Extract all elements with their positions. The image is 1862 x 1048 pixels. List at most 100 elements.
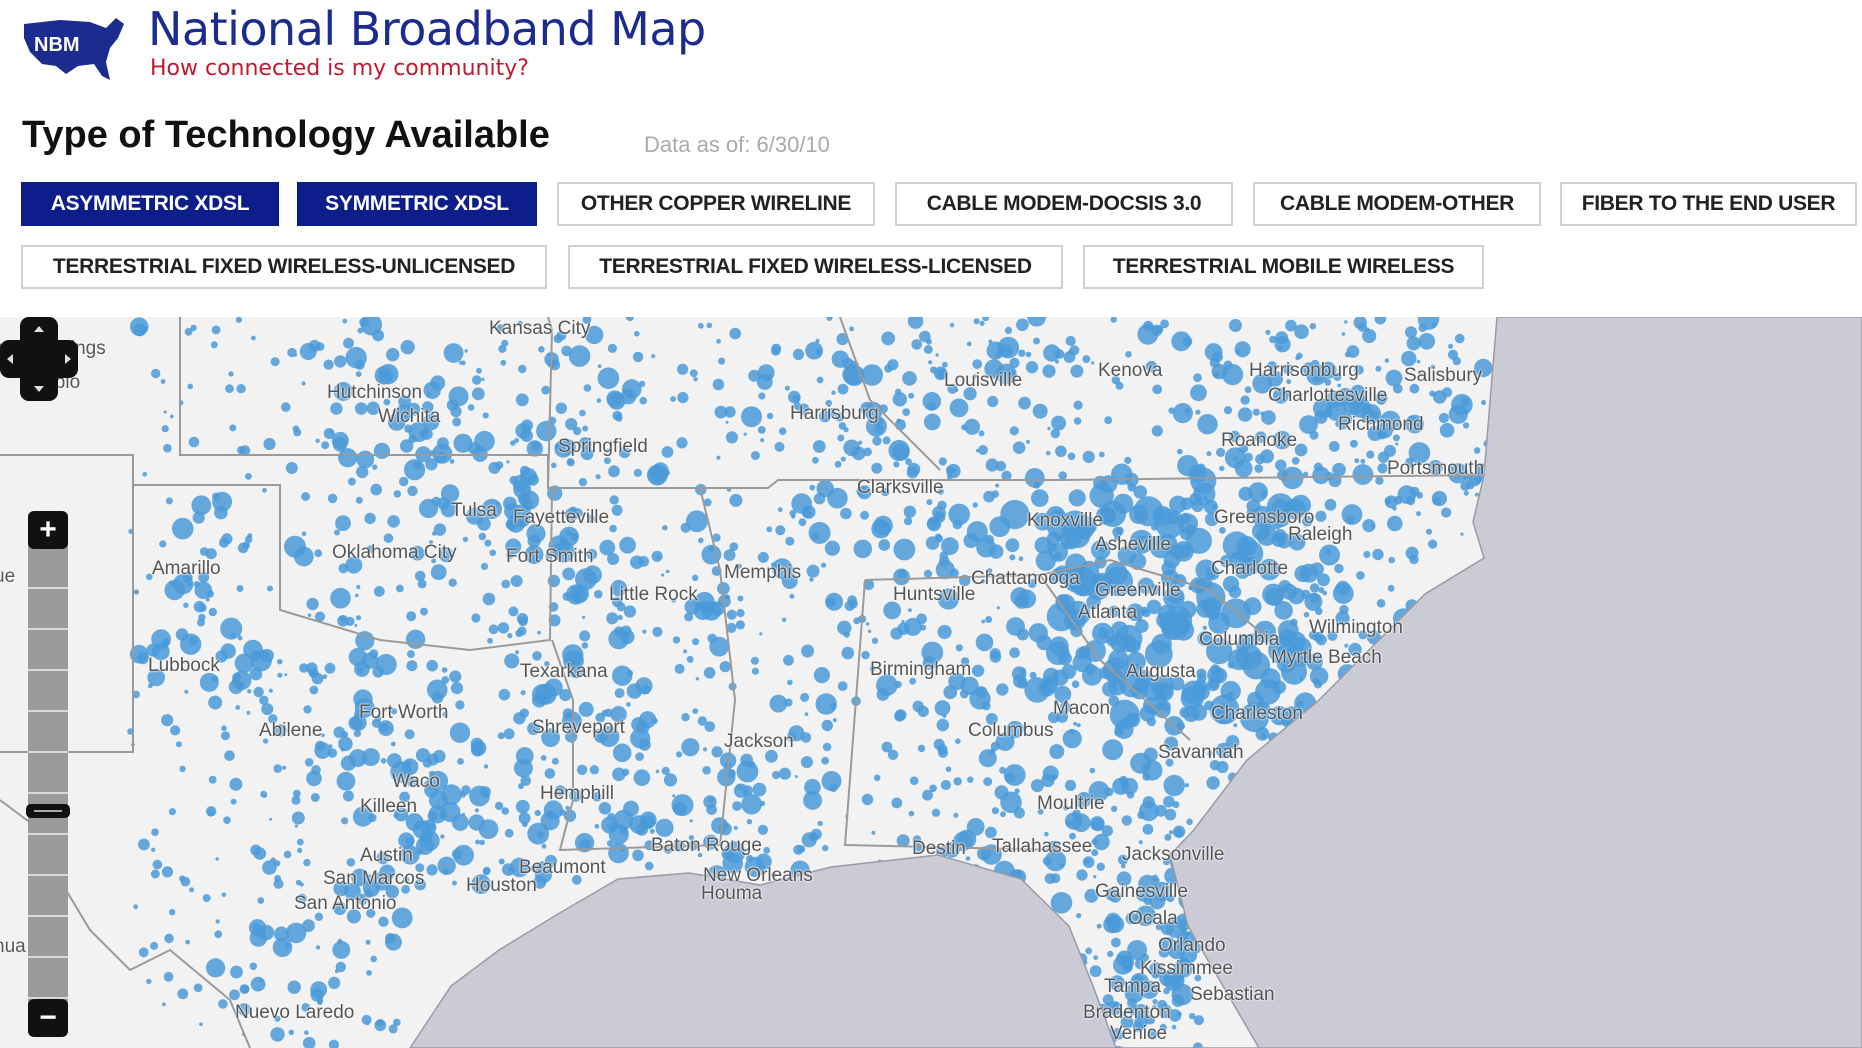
- zoom-tick[interactable]: [28, 587, 68, 589]
- coverage-area: [570, 591, 582, 602]
- coverage-area: [304, 1030, 309, 1035]
- coverage-area: [1238, 486, 1253, 501]
- coverage-area: [581, 642, 589, 649]
- zoom-tick[interactable]: [28, 833, 68, 835]
- coverage-area: [472, 375, 482, 385]
- coverage-area: [923, 413, 941, 431]
- coverage-area: [729, 542, 739, 551]
- coverage-area: [997, 336, 1020, 359]
- coverage-area: [339, 615, 346, 622]
- city-label: Raleigh: [1288, 524, 1353, 545]
- coverage-area: [1073, 400, 1083, 410]
- coverage-area: [1075, 647, 1088, 660]
- coverage-area: [967, 776, 974, 783]
- coverage-area: [218, 537, 230, 548]
- tech-button-other-copper-wireline[interactable]: OTHER COPPER WIRELINE: [557, 182, 875, 226]
- zoom-handle[interactable]: [26, 804, 70, 819]
- coverage-area: [775, 525, 786, 536]
- coverage-area: [342, 790, 354, 802]
- zoom-tick[interactable]: [28, 915, 68, 917]
- coverage-area: [676, 437, 688, 449]
- coverage-area: [502, 863, 515, 876]
- coverage-area: [617, 614, 623, 621]
- tech-button-mobile-wireless[interactable]: TERRESTRIAL MOBILE WIRELESS: [1083, 245, 1484, 289]
- coverage-area: [568, 345, 591, 367]
- coverage-area: [771, 343, 782, 354]
- city-label: Springfield: [558, 436, 648, 457]
- city-label: Chattanooga: [971, 568, 1080, 589]
- coverage-area: [1324, 548, 1332, 556]
- coverage-area: [594, 589, 603, 599]
- coverage-area: [1433, 390, 1447, 404]
- zoom-tick[interactable]: [28, 956, 68, 958]
- zoom-tick[interactable]: [28, 997, 68, 999]
- coverage-area: [751, 667, 760, 675]
- coverage-area: [792, 394, 801, 403]
- coverage-area: [386, 347, 400, 362]
- zoom-tick[interactable]: [28, 628, 68, 630]
- coverage-area: [199, 1022, 203, 1026]
- coverage-area: [177, 988, 189, 1000]
- pan-control[interactable]: [0, 317, 78, 401]
- tech-button-asymmetric-xdsl[interactable]: ASYMMETRIC XDSL: [21, 182, 279, 226]
- tech-button-cable-modem-docsis[interactable]: CABLE MODEM-DOCSIS 3.0: [895, 182, 1233, 226]
- zoom-tick[interactable]: [28, 751, 68, 753]
- zoom-tick[interactable]: [28, 874, 68, 876]
- coverage-area: [1346, 345, 1360, 358]
- coverage-area: [229, 989, 240, 1001]
- coverage-area: [609, 524, 617, 533]
- coverage-area: [1016, 870, 1020, 874]
- coverage-area: [1151, 324, 1163, 336]
- coverage-area: [165, 497, 173, 505]
- coverage-area: [1334, 563, 1344, 574]
- coverage-area: [230, 965, 243, 979]
- coverage-area: [831, 350, 849, 368]
- zoom-slider[interactable]: + −: [26, 511, 70, 1037]
- coverage-area: [1054, 349, 1065, 359]
- tech-button-fixed-wireless-unlicensed[interactable]: TERRESTRIAL FIXED WIRELESS-UNLICENSED: [21, 245, 547, 289]
- zoom-tick[interactable]: [28, 669, 68, 671]
- coverage-area: [663, 773, 678, 787]
- coverage-area: [1223, 406, 1233, 415]
- coverage-area: [902, 371, 917, 386]
- coverage-area: [422, 758, 432, 768]
- zoom-tick[interactable]: [28, 710, 68, 712]
- coverage-area: [152, 859, 163, 870]
- coverage-area: [1425, 528, 1433, 535]
- coverage-area: [1049, 636, 1069, 656]
- coverage-area: [752, 782, 767, 797]
- site-title[interactable]: National Broadband Map: [148, 2, 706, 56]
- tech-button-fixed-wireless-licensed[interactable]: TERRESTRIAL FIXED WIRELESS-LICENSED: [568, 245, 1063, 289]
- coverage-area: [370, 483, 383, 496]
- coverage-area: [1091, 818, 1105, 832]
- coverage-area: [916, 613, 927, 625]
- coverage-area: [1120, 955, 1135, 970]
- tech-button-cable-modem-other[interactable]: CABLE MODEM-OTHER: [1253, 182, 1541, 226]
- coverage-area: [953, 812, 959, 818]
- coverage-area: [215, 919, 220, 924]
- zoom-out-button[interactable]: −: [28, 999, 68, 1037]
- coverage-area: [150, 869, 160, 879]
- tech-button-fiber[interactable]: FIBER TO THE END USER: [1560, 182, 1857, 226]
- coverage-area: [1076, 723, 1081, 728]
- coverage-area: [1315, 607, 1323, 616]
- tech-button-symmetric-xdsl[interactable]: SYMMETRIC XDSL: [297, 182, 537, 226]
- coverage-area: [476, 367, 482, 374]
- broadband-map[interactable]: rado SpringsPuebloKansas CityHutchinsonW…: [0, 317, 1862, 1048]
- coverage-area: [287, 347, 297, 358]
- zoom-in-button[interactable]: +: [28, 511, 68, 549]
- coverage-area: [876, 688, 890, 701]
- coverage-area: [689, 819, 693, 823]
- coverage-area: [294, 824, 298, 828]
- coverage-area: [1416, 359, 1421, 364]
- coverage-area: [299, 343, 317, 360]
- coverage-area: [1042, 364, 1056, 378]
- coverage-area: [1211, 363, 1227, 380]
- coverage-area: [1071, 680, 1080, 688]
- coverage-area: [826, 317, 833, 321]
- coverage-area: [809, 577, 814, 582]
- coverage-area: [498, 688, 511, 701]
- coverage-area: [206, 590, 214, 598]
- coverage-area: [802, 507, 806, 511]
- zoom-tick[interactable]: [28, 792, 68, 794]
